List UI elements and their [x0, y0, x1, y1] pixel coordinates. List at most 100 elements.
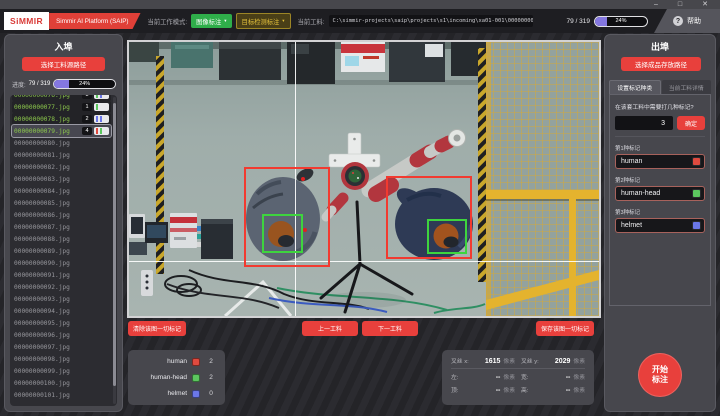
coordinates-panel: 叉丝 x: 1615 像素 叉丝 y: 2029 像素 左: -- 像素 宽: …: [442, 350, 594, 405]
confirm-button[interactable]: 确定: [677, 116, 705, 130]
mark-types-content: 在该套工料中需要打几种标记? 3 确定 第1种标记human第2种标记human…: [609, 94, 711, 306]
label-caption: 第1种标记: [615, 144, 705, 152]
tab-item-details[interactable]: 当前工料详情: [662, 80, 712, 94]
export-tabs: 设置标记种类 当前工料详情: [609, 80, 711, 94]
file-item[interactable]: 00000000084.jpg: [12, 185, 111, 197]
file-name: 00000000089.jpg: [14, 248, 109, 255]
file-item[interactable]: 00000000098.jpg: [12, 353, 111, 365]
work-mode-dropdown[interactable]: 图像标注 ▾: [191, 14, 231, 28]
file-list: 00000000076.jpg300000000077.jpg100000000…: [12, 95, 111, 401]
label-name-input[interactable]: human: [615, 154, 705, 169]
topbar: SiMMIR Simmir AI Platform (SAIP) 当前工作模式:…: [0, 9, 720, 33]
annotation-box-human-head[interactable]: [427, 219, 467, 254]
current-file-path[interactable]: C:\simmir-projects\saip\projects\s1\inco…: [329, 15, 533, 27]
prev-item-button[interactable]: 上一工料: [302, 321, 358, 336]
save-marks-button[interactable]: 保存该图一切标记: [536, 321, 594, 336]
mark-count-badge: 2: [82, 115, 92, 123]
file-item[interactable]: 00000000092.jpg: [12, 281, 111, 293]
label-color-chip[interactable]: [692, 189, 701, 198]
box-left-label: 左:: [451, 372, 458, 381]
tab-mark-types[interactable]: 设置标记种类: [609, 80, 661, 94]
crosshair-y-label: 叉丝 y:: [521, 356, 539, 365]
clear-marks-button[interactable]: 清除该图一切标记: [128, 321, 186, 336]
label-color-chip[interactable]: [692, 157, 701, 166]
file-item[interactable]: 00000000078.jpg2: [12, 113, 111, 125]
work-mode-label: 当前工作模式:: [148, 17, 188, 26]
file-name: 00000000094.jpg: [14, 308, 109, 315]
legend-count: 2: [205, 358, 217, 365]
legend-label: helmet: [136, 390, 187, 397]
unit-label: 像素: [573, 385, 585, 394]
file-item[interactable]: 00000000100.jpg: [12, 377, 111, 389]
file-item[interactable]: 00000000085.jpg: [12, 197, 111, 209]
file-name: 00000000080.jpg: [14, 140, 109, 147]
mark-count-input[interactable]: 3: [615, 116, 673, 130]
mark-colors-chip: [94, 127, 109, 135]
unit-label: 像素: [503, 385, 515, 394]
select-source-path-button[interactable]: 选择工料源路径: [22, 57, 105, 71]
box-top-value: --: [461, 387, 500, 394]
import-panel-title: 入埠: [5, 35, 122, 53]
file-item[interactable]: 00000000080.jpg: [12, 137, 111, 149]
select-output-path-button[interactable]: 选择成品存放路径: [621, 57, 701, 71]
question-icon: ?: [673, 16, 683, 26]
legend-item: helmet 0: [136, 388, 217, 399]
legend-count: 0: [205, 390, 217, 397]
file-list-scrollbar[interactable]: [113, 97, 116, 404]
file-item[interactable]: 00000000101.jpg: [12, 389, 111, 401]
legend-panel: human2human-head2helmet0: [128, 350, 225, 405]
file-item[interactable]: 00000000095.jpg: [12, 317, 111, 329]
label-color-chip[interactable]: [692, 221, 701, 230]
file-item[interactable]: 00000000089.jpg: [12, 245, 111, 257]
maximize-icon[interactable]: □: [678, 1, 682, 8]
file-name: 00000000092.jpg: [14, 284, 109, 291]
file-item[interactable]: 00000000086.jpg: [12, 209, 111, 221]
close-icon[interactable]: ✕: [702, 1, 708, 8]
file-name: 00000000101.jpg: [14, 392, 109, 399]
file-item[interactable]: 00000000090.jpg: [12, 257, 111, 269]
file-name: 00000000097.jpg: [14, 344, 109, 351]
file-item[interactable]: 00000000081.jpg: [12, 149, 111, 161]
file-name: 00000000079.jpg: [14, 128, 80, 135]
mark-colors-chip: [94, 95, 109, 99]
file-item[interactable]: 00000000091.jpg: [12, 269, 111, 281]
image-viewer[interactable]: [127, 40, 601, 318]
file-item[interactable]: 00000000099.jpg: [12, 365, 111, 377]
minimize-icon[interactable]: –: [654, 1, 658, 8]
app-window: – □ ✕ SiMMIR Simmir AI Platform (SAIP) 当…: [0, 0, 720, 416]
annotation-box-human-head[interactable]: [262, 214, 303, 253]
task-type-dropdown[interactable]: 目标检测标注 ▾: [236, 13, 291, 29]
box-width-value: --: [531, 374, 570, 381]
start-annotation-button[interactable]: 开始 标注: [638, 353, 682, 397]
file-name: 00000000085.jpg: [14, 200, 109, 207]
topbar-progress-bar: 24%: [594, 16, 648, 27]
export-panel-title: 出埠: [605, 35, 715, 53]
legend-item: human-head2: [136, 372, 217, 383]
file-item[interactable]: 00000000097.jpg: [12, 341, 111, 353]
file-item[interactable]: 00000000077.jpg1: [12, 101, 111, 113]
label-group: 第1种标记 human: [615, 144, 705, 169]
label-caption: 第3种标记: [615, 208, 705, 216]
file-item[interactable]: 00000000096.jpg: [12, 329, 111, 341]
label-value: human: [621, 158, 689, 165]
file-item[interactable]: 00000000094.jpg: [12, 305, 111, 317]
label-name-input[interactable]: human-head: [615, 186, 705, 201]
help-button[interactable]: ? 帮助: [654, 9, 720, 33]
label-name-input[interactable]: helmet: [615, 218, 705, 233]
file-item[interactable]: 00000000082.jpg: [12, 161, 111, 173]
file-item[interactable]: 00000000087.jpg: [12, 221, 111, 233]
box-height-value: --: [531, 387, 570, 394]
file-name: 00000000086.jpg: [14, 212, 109, 219]
scrollbar-thumb[interactable]: [113, 103, 116, 385]
next-item-button[interactable]: 下一工料: [362, 321, 418, 336]
file-name: 00000000090.jpg: [14, 260, 109, 267]
file-item[interactable]: 00000000093.jpg: [12, 293, 111, 305]
file-item[interactable]: 00000000079.jpg4: [12, 125, 111, 137]
mark-colors-chip: [94, 103, 109, 111]
topbar-progress-count: 79 / 319: [567, 18, 591, 25]
file-item[interactable]: 00000000083.jpg: [12, 173, 111, 185]
file-name: 00000000082.jpg: [14, 164, 109, 171]
box-height-label: 高:: [521, 385, 528, 394]
progress-label: 进度:: [12, 80, 26, 89]
file-item[interactable]: 00000000088.jpg: [12, 233, 111, 245]
